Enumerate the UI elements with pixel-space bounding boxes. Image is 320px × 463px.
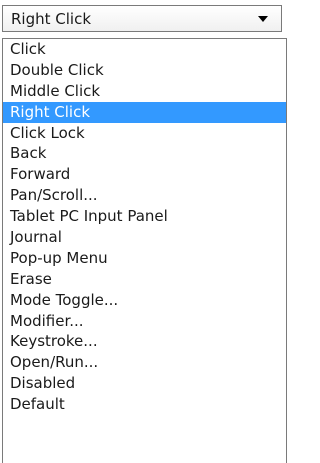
dropdown-item-journal[interactable]: Journal (3, 227, 286, 248)
dropdown-item-right-click[interactable]: Right Click (3, 101, 286, 123)
dropdown-item-pan-scroll[interactable]: Pan/Scroll... (3, 185, 286, 206)
dropdown-item-click-lock[interactable]: Click Lock (3, 123, 286, 144)
dropdown-list: Click Double Click Middle Click Right Cl… (2, 38, 287, 463)
dropdown-item-default[interactable]: Default (3, 394, 286, 415)
chevron-down-icon[interactable] (255, 11, 271, 27)
dropdown-item-modifier[interactable]: Modifier... (3, 311, 286, 332)
dropdown-item-erase[interactable]: Erase (3, 269, 286, 290)
dropdown-item-disabled[interactable]: Disabled (3, 373, 286, 394)
dropdown-item-popup-menu[interactable]: Pop-up Menu (3, 248, 286, 269)
action-combobox[interactable]: Right Click (2, 5, 282, 32)
dropdown-item-open-run[interactable]: Open/Run... (3, 352, 286, 373)
dropdown-item-keystroke[interactable]: Keystroke... (3, 331, 286, 352)
combobox-selected-value: Right Click (11, 9, 92, 28)
dropdown-item-click[interactable]: Click (3, 39, 286, 60)
dropdown-item-back[interactable]: Back (3, 143, 286, 164)
dropdown-item-middle-click[interactable]: Middle Click (3, 81, 286, 102)
dropdown-item-double-click[interactable]: Double Click (3, 60, 286, 81)
dropdown-item-mode-toggle[interactable]: Mode Toggle... (3, 290, 286, 311)
dropdown-item-tablet-pc-input-panel[interactable]: Tablet PC Input Panel (3, 206, 286, 227)
dropdown-item-forward[interactable]: Forward (3, 164, 286, 185)
